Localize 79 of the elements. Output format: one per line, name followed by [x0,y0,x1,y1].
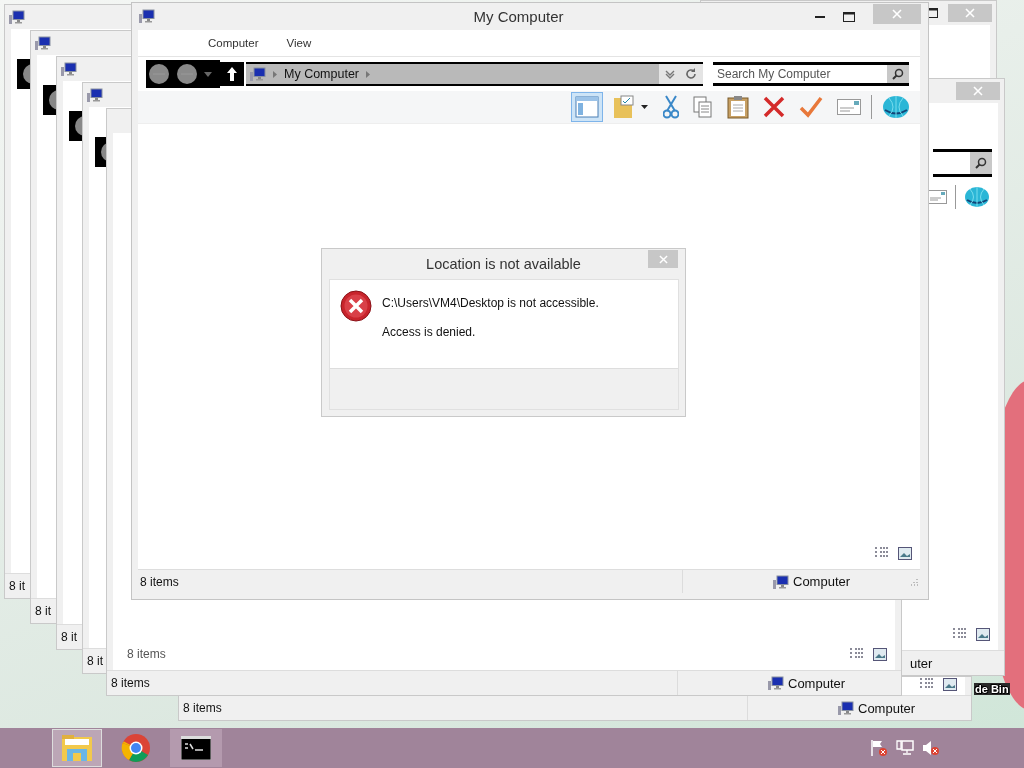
status-text: 8 it [9,579,25,593]
globe-icon [882,95,910,119]
resize-grip-icon[interactable] [910,577,918,586]
address-bar[interactable]: My Computer [246,62,703,86]
network-icon[interactable] [896,739,914,757]
address-path: My Computer [284,67,360,81]
list-view-icon[interactable] [919,677,935,691]
status-text: 8 it [35,604,51,618]
computer-icon [87,88,103,102]
list-view-icon[interactable] [849,647,865,661]
status-text: 8 items [140,574,179,589]
dialog-title: Location is not available [426,256,581,272]
folder-icon [613,95,649,119]
flag-warning-icon[interactable] [870,739,888,757]
image-view-icon[interactable] [873,647,887,661]
image-view-icon[interactable] [898,546,912,560]
folder-icon [61,733,93,763]
window-title: My Computer [473,8,564,25]
location-text: Computer [793,574,851,589]
close-icon [965,8,975,18]
error-icon [340,290,372,322]
dropdown-icon[interactable] [665,69,675,79]
copy-icon [693,96,713,118]
cross-icon [763,96,785,118]
forward-icon[interactable] [176,63,198,85]
list-view-icon[interactable] [952,627,968,641]
computer-icon [139,9,155,23]
desktop-icon-label: de Bin [974,683,1010,695]
item-count-text: 8 items [127,647,166,661]
refresh-icon[interactable] [685,68,697,80]
browser-icon [121,733,151,763]
up-button[interactable] [220,62,244,86]
error-message: C:\Users\VM4\Desktop is not accessible. [382,296,599,310]
search-icon [892,68,904,80]
clipboard-icon [727,95,749,119]
image-view-icon[interactable] [976,627,990,641]
location-text: Computer [858,700,916,716]
folder-taskbar-button[interactable] [52,729,102,767]
status-text: 8 it [87,654,103,668]
menu-tab[interactable]: Computer [208,37,259,49]
computer-icon [250,67,266,81]
search-button[interactable] [887,62,909,86]
error-detail: Access is denied. [382,325,477,339]
search-field[interactable] [933,149,992,177]
back-icon[interactable] [148,63,170,85]
location-text: uter [910,655,933,671]
list-view-icon[interactable] [874,546,890,560]
close-icon [658,254,668,264]
up-arrow-icon [226,66,238,82]
computer-icon [768,676,784,690]
location-text: Computer [788,675,846,691]
computer-icon [838,701,854,715]
image-view-icon[interactable] [943,677,957,691]
search-icon [975,157,987,169]
chevron-icon [273,70,277,78]
globe-icon [964,185,990,209]
computer-icon [9,10,25,24]
checkmark-icon [799,96,823,118]
status-text: 8 it [61,630,77,644]
dropdown-icon[interactable] [204,71,212,77]
status-text: 8 items [183,701,222,715]
scissors-icon [663,95,679,119]
card-icon [927,190,947,204]
terminal-icon [181,736,211,760]
card-icon [837,99,861,115]
status-text: 8 items [111,676,150,690]
close-icon [892,8,902,19]
maximize-icon[interactable] [843,11,855,22]
computer-icon [61,62,77,76]
close-icon [973,86,983,96]
volume-muted-icon[interactable] [922,739,940,757]
terminal-taskbar-button[interactable] [170,729,222,767]
chevron-icon [366,70,371,78]
menu-tab[interactable]: View [286,37,312,49]
layout-icon [575,96,599,118]
computer-icon [773,574,789,589]
search-field[interactable]: Search My Computer [713,62,887,86]
computer-icon [35,36,51,50]
layout-tool-button[interactable] [571,92,603,122]
